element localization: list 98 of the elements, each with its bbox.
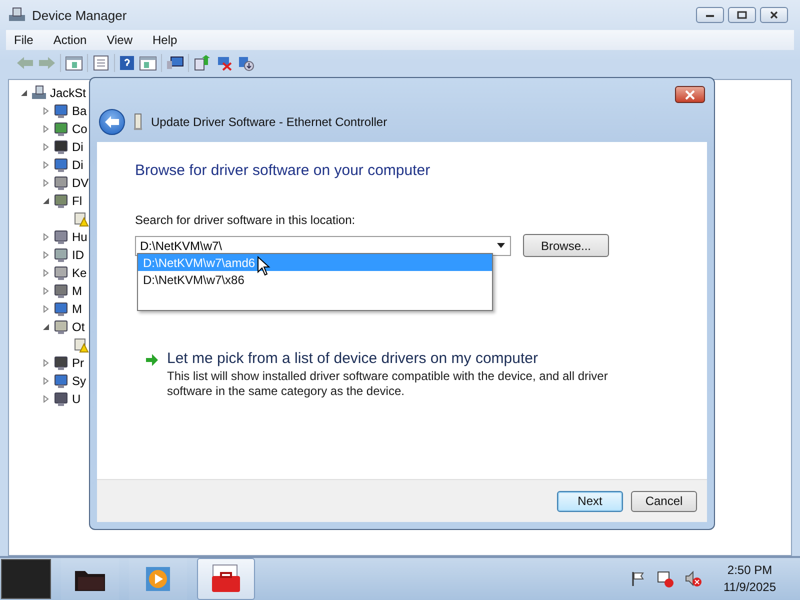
tree-item[interactable]: Di (72, 158, 84, 172)
device-icon (53, 391, 69, 407)
menu-item[interactable]: View (98, 31, 140, 49)
device-icon (53, 175, 69, 191)
expand-arrow-icon[interactable] (42, 287, 50, 295)
expand-arrow-icon[interactable] (42, 377, 50, 385)
dialog-button[interactable]: Next (557, 490, 623, 512)
back-button[interactable] (99, 109, 125, 135)
pick-driver-link[interactable]: Let me pick from a list of device drivers on my computer (167, 350, 617, 367)
tree-item[interactable]: M (72, 284, 82, 298)
expand-arrow-icon[interactable] (42, 233, 50, 241)
expand-arrow-icon[interactable] (42, 395, 50, 403)
close-icon (769, 11, 779, 19)
computer-icon (8, 7, 26, 23)
device-icon (53, 301, 69, 317)
back-arrow-icon (104, 115, 120, 129)
tree-item[interactable]: ID (72, 248, 84, 262)
warning-device-icon (73, 211, 89, 227)
page-heading: Browse for driver software on your computer (135, 162, 432, 179)
maximize-icon (737, 11, 747, 19)
clock[interactable]: 2:50 PM 11/9/2025 (724, 562, 776, 596)
device-icon (53, 355, 69, 371)
menu-item[interactable]: Help (144, 31, 186, 49)
expand-arrow-icon[interactable] (42, 143, 50, 151)
collapse-arrow-icon[interactable] (42, 197, 50, 205)
menu-item[interactable]: File (6, 31, 42, 49)
muted-speaker-icon[interactable] (684, 570, 702, 588)
collapse-arrow-icon[interactable] (42, 323, 50, 331)
update-driver-icon[interactable] (193, 55, 211, 71)
tree-item[interactable]: Sy (72, 374, 86, 388)
device-icon (53, 229, 69, 245)
dropdown-option[interactable]: D:\NetKVM\w7\x86 (138, 271, 492, 288)
close-icon (684, 90, 696, 100)
device-icon (53, 283, 69, 299)
tree-item[interactable]: Pr (72, 356, 84, 370)
expand-arrow-icon[interactable] (42, 305, 50, 313)
expand-arrow-icon[interactable] (42, 359, 50, 367)
location-text: D:\NetKVM\w7\ (140, 238, 224, 252)
location-label: Search for driver software in this location: (135, 213, 356, 227)
expand-arrow-icon[interactable] (42, 251, 50, 259)
device-icon (53, 121, 69, 137)
network-adapter-icon (133, 113, 143, 131)
dialog-button[interactable]: Cancel (631, 490, 697, 512)
arrow-icon (145, 354, 159, 366)
maximize-button[interactable] (728, 7, 756, 23)
tree-item[interactable]: Ba (72, 104, 87, 118)
device-icon (53, 139, 69, 155)
tree-item[interactable]: Di (72, 140, 84, 154)
start-button[interactable] (1, 559, 51, 599)
caret-icon[interactable] (497, 243, 505, 248)
minimize-icon (705, 12, 715, 18)
uninstall-device-icon[interactable] (237, 55, 255, 71)
window-title: Device Manager (32, 8, 128, 22)
device-icon (53, 319, 69, 335)
warning-device-icon (73, 337, 89, 353)
expand-arrow-icon[interactable] (42, 179, 50, 187)
device-icon (53, 157, 69, 173)
expand-arrow-icon[interactable] (42, 107, 50, 115)
device-icon (53, 247, 69, 263)
collapse-arrow-icon[interactable] (20, 89, 28, 97)
clock-time: 2:50 PM (727, 562, 772, 579)
device-manager-taskbar-button[interactable] (197, 558, 255, 600)
flag-icon[interactable] (630, 571, 646, 587)
device-icon (53, 373, 69, 389)
expand-arrow-icon[interactable] (42, 125, 50, 133)
mouse-pointer-icon (257, 256, 271, 276)
tree-item[interactable]: Ot (72, 320, 85, 334)
tree-item[interactable]: Co (72, 122, 88, 136)
minimize-button[interactable] (696, 7, 724, 23)
console-tree-icon[interactable] (65, 55, 83, 71)
menu-item[interactable]: Action (45, 31, 95, 49)
monitor-scan-icon[interactable] (166, 55, 184, 71)
properties-icon[interactable] (92, 55, 110, 71)
clock-date: 11/9/2025 (724, 579, 776, 596)
expand-arrow-icon[interactable] (42, 161, 50, 169)
expand-arrow-icon[interactable] (42, 269, 50, 277)
browse-button[interactable]: Browse... (523, 234, 609, 257)
tree-item[interactable]: Hu (72, 230, 88, 244)
tree-item[interactable]: DV (72, 176, 89, 190)
computer-icon (31, 85, 47, 101)
help-icon[interactable] (119, 55, 135, 71)
action-pane-icon[interactable] (139, 55, 157, 71)
tree-item[interactable]: JackSt (50, 86, 86, 100)
dialog-title: Update Driver Software - Ethernet Controller (151, 115, 388, 129)
pick-description: This list will show installed driver software compatible with the device, and all driver software in the same category as the device. (167, 369, 609, 399)
device-icon (53, 265, 69, 281)
tree-item[interactable]: M (72, 302, 82, 316)
close-button[interactable] (675, 86, 705, 103)
device-icon (53, 193, 69, 209)
play-icon (145, 566, 171, 592)
location-combo-box[interactable]: D:\NetKVM\w7\ (135, 236, 511, 256)
toolbox-icon (209, 564, 243, 594)
tree-item[interactable]: Ke (72, 266, 87, 280)
device-icon (53, 103, 69, 119)
close-button[interactable] (760, 7, 788, 23)
tree-item[interactable]: U (72, 392, 81, 406)
tree-item[interactable]: Fl (72, 194, 82, 208)
network-error-icon[interactable] (656, 570, 674, 588)
